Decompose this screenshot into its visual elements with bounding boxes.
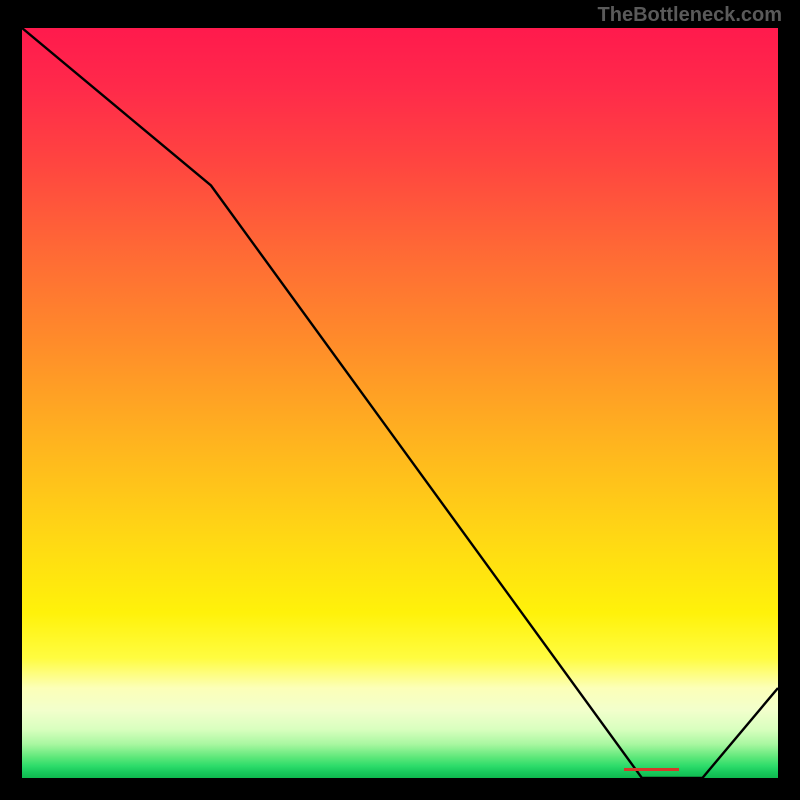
attribution-text: TheBottleneck.com xyxy=(598,4,782,27)
bottleneck-curve xyxy=(22,28,778,778)
optimal-marker: ▬▬▬▬▬▬ xyxy=(624,763,678,774)
plot-area: ▬▬▬▬▬▬ xyxy=(22,28,778,778)
